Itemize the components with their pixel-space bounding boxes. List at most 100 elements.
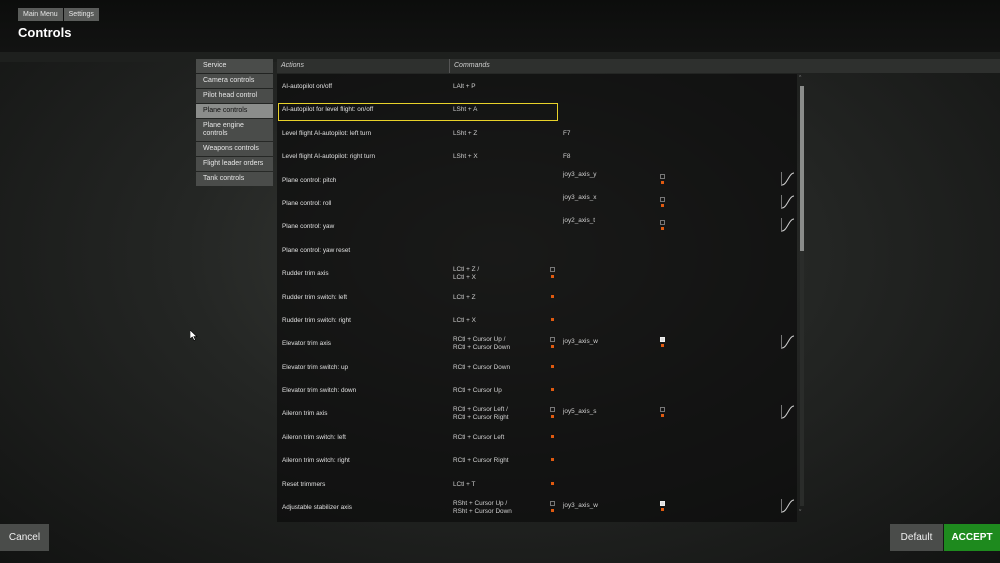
action-label: Plane control: yaw reset bbox=[282, 246, 351, 254]
category-item[interactable]: Tank controls bbox=[196, 172, 273, 186]
response-curve-icon[interactable] bbox=[781, 405, 795, 420]
secondary-binding[interactable]: F8 bbox=[563, 153, 570, 160]
clear-binding-icon[interactable] bbox=[661, 203, 664, 207]
table-row[interactable]: Plane control: roll joy3_axis_x bbox=[277, 191, 797, 214]
table-row[interactable]: Aileron trim switch: right RCtl + Cursor … bbox=[277, 448, 797, 471]
table-row[interactable]: Level flight AI-autopilot: left turn LSht… bbox=[277, 121, 797, 144]
clear-binding-icon[interactable] bbox=[551, 294, 554, 298]
primary-binding[interactable]: LCtl + T bbox=[453, 481, 475, 489]
table-row[interactable]: Elevator trim switch: down RCtl + Cursor … bbox=[277, 378, 797, 401]
axis-binding[interactable]: joy3_axis_x bbox=[563, 194, 596, 201]
clear-binding-icon[interactable] bbox=[551, 364, 554, 368]
axis-binding[interactable]: joy2_axis_t bbox=[563, 217, 595, 224]
axis-invert-icon[interactable] bbox=[550, 267, 555, 273]
axis-binding[interactable]: joy3_axis_w bbox=[563, 502, 598, 509]
table-row[interactable]: Rudder trim switch: left LCtl + Z bbox=[277, 285, 797, 308]
binding-text: LCtl + Z bbox=[453, 293, 476, 301]
axis-invert-icon[interactable] bbox=[550, 407, 555, 413]
table-row[interactable]: Plane control: pitch joy3_axis_y bbox=[277, 168, 797, 191]
primary-binding[interactable]: RCtl + Cursor Up bbox=[453, 387, 502, 395]
clear-binding-icon[interactable] bbox=[551, 434, 554, 438]
clear-binding-icon[interactable] bbox=[551, 317, 554, 321]
primary-binding[interactable]: LSht + Z bbox=[453, 130, 477, 138]
table-row[interactable]: Aileron trim switch: left RCtl + Cursor L… bbox=[277, 425, 797, 448]
primary-binding[interactable]: LCtl + X bbox=[453, 317, 476, 325]
table-row[interactable]: Plane control: yaw joy2_axis_t bbox=[277, 214, 797, 237]
axis-invert-icon[interactable] bbox=[660, 407, 665, 413]
primary-binding[interactable]: RCtl + Cursor Left / RCtl + Cursor Right bbox=[453, 406, 509, 421]
clear-binding-icon[interactable] bbox=[551, 275, 554, 279]
secondary-binding[interactable]: F7 bbox=[563, 130, 570, 137]
table-header: Actions Commands bbox=[277, 59, 1000, 73]
table-row[interactable]: AI-autopilot on/off LAlt + P bbox=[277, 74, 797, 97]
axis-binding[interactable]: joy3_axis_y bbox=[563, 171, 596, 178]
axis-invert-icon[interactable] bbox=[550, 337, 555, 343]
category-item[interactable]: Service bbox=[196, 59, 273, 73]
breadcrumb-settings[interactable]: Settings bbox=[63, 8, 99, 21]
clear-binding-icon[interactable] bbox=[551, 481, 554, 485]
column-separator bbox=[449, 59, 450, 73]
breadcrumb-main-menu[interactable]: Main Menu bbox=[18, 8, 63, 21]
table-row[interactable]: Elevator trim switch: up RCtl + Cursor Do… bbox=[277, 355, 797, 378]
default-button[interactable]: Default bbox=[890, 524, 943, 551]
response-curve-icon[interactable] bbox=[781, 499, 795, 514]
cancel-button[interactable]: Cancel bbox=[0, 524, 49, 551]
binding-text: RCtl + Cursor Right bbox=[453, 414, 509, 422]
clear-binding-icon[interactable] bbox=[661, 180, 664, 184]
clear-binding-icon[interactable] bbox=[551, 509, 554, 513]
clear-binding-icon[interactable] bbox=[551, 415, 554, 419]
axis-binding[interactable]: joy3_axis_w bbox=[563, 338, 598, 345]
chevron-down-icon[interactable]: ˇ bbox=[799, 510, 801, 517]
scrollbar[interactable]: ˆ ˇ bbox=[797, 74, 807, 522]
clear-binding-icon[interactable] bbox=[661, 344, 664, 348]
table-row[interactable]: Rudder trim axis LCtl + Z / LCtl + X bbox=[277, 261, 797, 284]
primary-binding[interactable]: RCtl + Cursor Right bbox=[453, 457, 509, 465]
binding-text: LCtl + X bbox=[453, 316, 476, 324]
table-row[interactable]: Reset trimmers LCtl + T bbox=[277, 472, 797, 495]
primary-binding[interactable]: LSht + X bbox=[453, 153, 478, 161]
category-item[interactable]: Camera controls bbox=[196, 74, 273, 88]
primary-binding[interactable]: LCtl + Z / LCtl + X bbox=[453, 266, 479, 281]
chevron-up-icon[interactable]: ˆ bbox=[799, 76, 801, 83]
category-item[interactable]: Pilot head control bbox=[196, 89, 273, 103]
action-label: Aileron trim switch: right bbox=[282, 457, 350, 465]
clear-binding-icon[interactable] bbox=[551, 345, 554, 349]
axis-invert-icon[interactable] bbox=[660, 220, 665, 226]
table-row[interactable]: Aileron trim axis RCtl + Cursor Left / RCt… bbox=[277, 401, 797, 424]
scroll-thumb[interactable] bbox=[800, 86, 804, 251]
category-item[interactable]: Plane controls bbox=[196, 104, 273, 118]
table-row[interactable]: Rudder trim switch: right LCtl + X bbox=[277, 308, 797, 331]
table-row[interactable]: Adjustable stabilizer axis RSht + Cursor … bbox=[277, 495, 797, 518]
axis-invert-icon[interactable] bbox=[550, 501, 555, 507]
table-row[interactable]: Level flight AI-autopilot: right turn LSh… bbox=[277, 144, 797, 167]
clear-binding-icon[interactable] bbox=[661, 227, 664, 231]
primary-binding[interactable]: LAlt + P bbox=[453, 83, 476, 91]
axis-invert-icon[interactable] bbox=[660, 501, 665, 507]
category-item[interactable]: Weapons controls bbox=[196, 142, 273, 156]
binding-text: RCtl + Cursor Up / bbox=[453, 336, 506, 344]
clear-binding-icon[interactable] bbox=[551, 458, 554, 462]
clear-binding-icon[interactable] bbox=[551, 388, 554, 392]
primary-binding[interactable]: RCtl + Cursor Left bbox=[453, 434, 504, 442]
category-item[interactable]: Plane engine controls bbox=[196, 119, 273, 141]
axis-invert-icon[interactable] bbox=[660, 337, 665, 343]
clear-binding-icon[interactable] bbox=[661, 508, 664, 512]
response-curve-icon[interactable] bbox=[781, 194, 795, 209]
response-curve-icon[interactable] bbox=[781, 335, 795, 350]
clear-binding-icon[interactable] bbox=[661, 414, 664, 418]
selected-row-highlight bbox=[278, 103, 558, 121]
binding-text: RSht + Cursor Down bbox=[453, 507, 512, 515]
axis-binding[interactable]: joy5_axis_s bbox=[563, 408, 596, 415]
category-item[interactable]: Flight leader orders bbox=[196, 157, 273, 171]
accept-button[interactable]: ACCEPT bbox=[944, 524, 1000, 551]
response-curve-icon[interactable] bbox=[781, 171, 795, 186]
axis-invert-icon[interactable] bbox=[660, 173, 665, 179]
primary-binding[interactable]: RCtl + Cursor Up / RCtl + Cursor Down bbox=[453, 336, 510, 351]
table-row[interactable]: Plane control: yaw reset bbox=[277, 238, 797, 261]
primary-binding[interactable]: RCtl + Cursor Down bbox=[453, 364, 510, 372]
primary-binding[interactable]: RSht + Cursor Up / RSht + Cursor Down bbox=[453, 500, 512, 515]
primary-binding[interactable]: LCtl + Z bbox=[453, 294, 476, 302]
axis-invert-icon[interactable] bbox=[660, 196, 665, 202]
response-curve-icon[interactable] bbox=[781, 218, 795, 233]
table-row[interactable]: Elevator trim axis RCtl + Cursor Up / RCtl… bbox=[277, 331, 797, 354]
